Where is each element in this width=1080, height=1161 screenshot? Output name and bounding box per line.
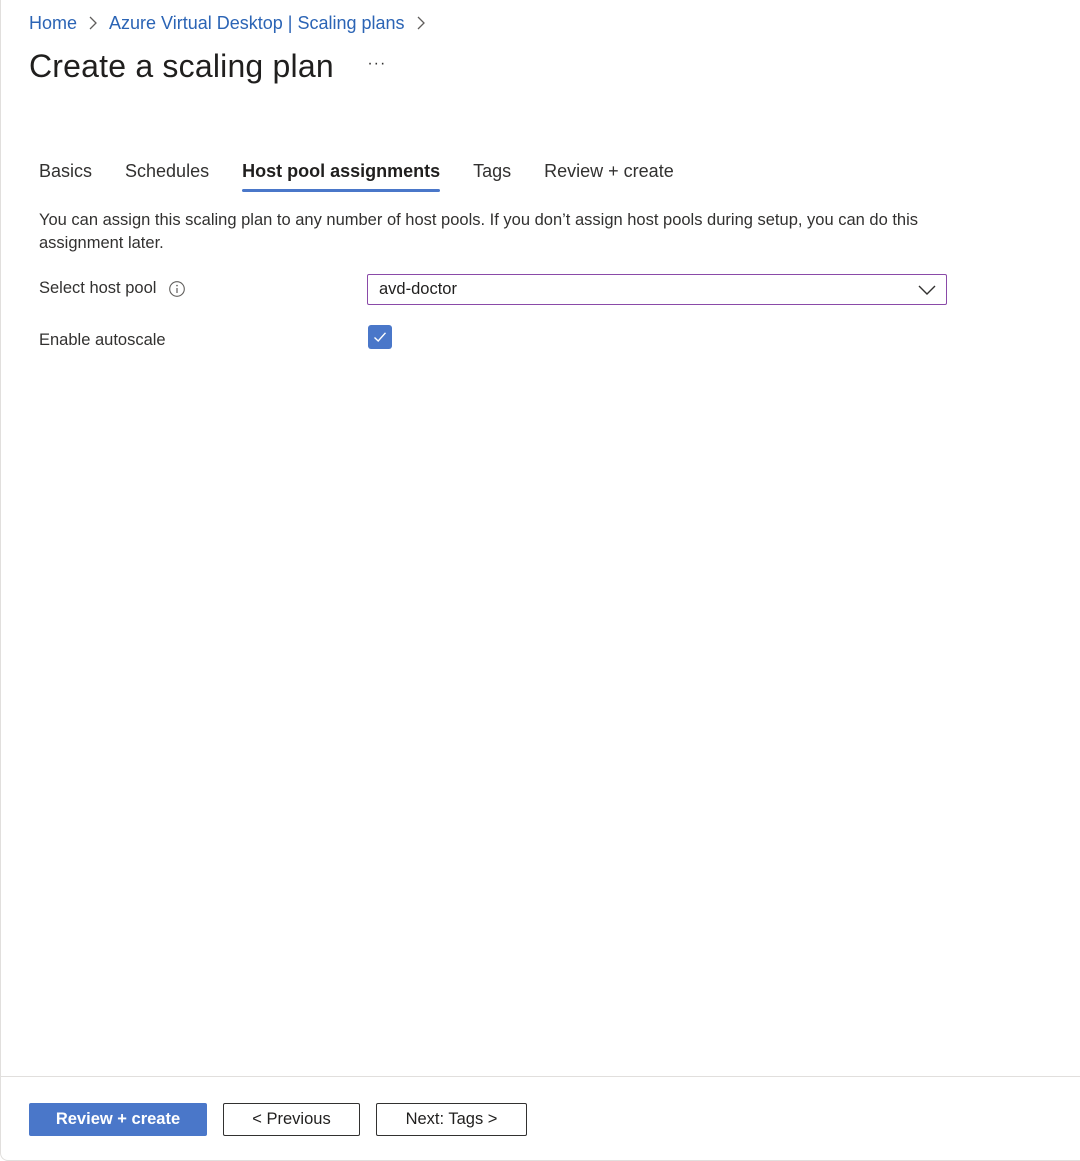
more-options-button[interactable]: ··· [362,49,392,79]
chevron-right-icon [81,11,105,35]
review-create-button[interactable]: Review + create [29,1103,207,1136]
autoscale-row: Enable autoscale [39,331,166,350]
tab-review-create[interactable]: Review + create [544,156,674,192]
checkmark-icon [374,332,387,343]
wizard-footer: Review + create < Previous Next: Tags > [29,1103,527,1136]
next-tags-button[interactable]: Next: Tags > [376,1103,527,1136]
autoscale-label: Enable autoscale [39,331,166,349]
host-pool-select[interactable]: avd-doctor [367,274,947,305]
assignment-description: You can assign this scaling plan to any … [39,211,919,252]
wizard-tabs: Basics Schedules Host pool assignments T… [39,156,707,196]
info-icon[interactable] [168,280,186,298]
host-pool-label-wrap: Select host pool [39,279,186,298]
previous-button[interactable]: < Previous [223,1103,360,1136]
breadcrumb: Home Azure Virtual Desktop | Scaling pla… [29,10,437,36]
title-row: Create a scaling plan ··· [29,44,392,88]
footer-divider [1,1076,1080,1077]
page-title: Create a scaling plan [29,47,334,84]
enable-autoscale-checkbox[interactable] [368,325,392,349]
tab-basics[interactable]: Basics [39,156,92,192]
tab-host-pool-assignments[interactable]: Host pool assignments [242,156,441,192]
ellipsis-icon: ··· [367,55,387,72]
create-scaling-plan-page: Home Azure Virtual Desktop | Scaling pla… [0,0,1080,1161]
host-pool-row: Select host pool [39,279,186,298]
tab-tags[interactable]: Tags [473,156,511,192]
breadcrumb-home-link[interactable]: Home [29,13,77,34]
breadcrumb-scaling-plans-link[interactable]: Azure Virtual Desktop | Scaling plans [109,13,405,34]
tab-schedules[interactable]: Schedules [125,156,209,192]
host-pool-select-value: avd-doctor [379,280,457,298]
chevron-right-icon [409,11,433,35]
host-pool-label: Select host pool [39,279,157,297]
chevron-down-icon [918,285,936,295]
